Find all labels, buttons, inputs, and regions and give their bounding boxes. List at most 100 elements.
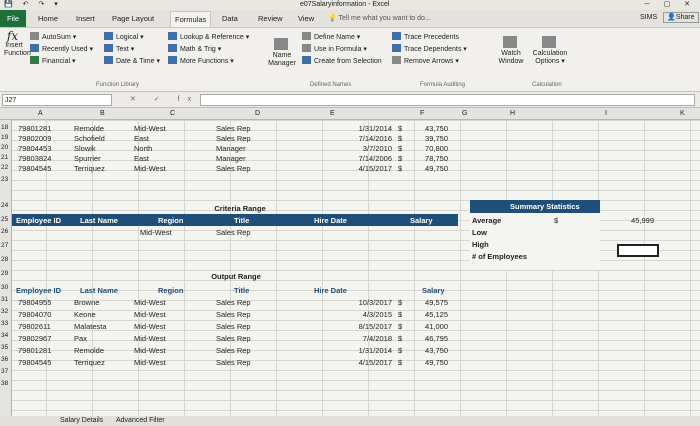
output-row-cell[interactable]: $ bbox=[398, 298, 402, 307]
output-row-cell[interactable]: 79804955 bbox=[18, 298, 51, 307]
output-row-cell[interactable]: 43,750 bbox=[410, 346, 448, 355]
financial-button[interactable]: Financial ▾ bbox=[30, 56, 75, 65]
table-row-cell[interactable]: 1/31/2014 bbox=[320, 124, 392, 133]
logical-button[interactable]: Logical ▾ bbox=[104, 32, 144, 41]
tab-view[interactable]: View bbox=[298, 14, 314, 23]
criteria-header-employee-id[interactable]: Employee ID bbox=[16, 216, 61, 225]
formula-buttons[interactable]: ✕ ✓ fx bbox=[130, 95, 199, 103]
trace-precedents-button[interactable]: Trace Precedents bbox=[392, 32, 459, 41]
criteria-header-region[interactable]: Region bbox=[158, 216, 183, 225]
output-header-hire-date[interactable]: Hire Date bbox=[314, 286, 347, 295]
row-header[interactable]: 30 bbox=[1, 284, 8, 291]
table-row-cell[interactable]: Schofield bbox=[74, 134, 105, 143]
table-row-cell[interactable]: Sales Rep bbox=[216, 124, 251, 133]
table-row-cell[interactable]: $ bbox=[398, 154, 402, 163]
row-header[interactable]: 28 bbox=[1, 256, 8, 263]
define-name-button[interactable]: Define Name ▾ bbox=[302, 32, 360, 41]
output-row-cell[interactable]: Keone bbox=[74, 310, 96, 319]
more-functions-button[interactable]: More Functions ▾ bbox=[168, 56, 234, 65]
row-header[interactable]: 25 bbox=[1, 216, 8, 223]
table-row-cell[interactable]: 49,750 bbox=[410, 164, 448, 173]
table-row-cell[interactable]: Mid-West bbox=[134, 164, 166, 173]
row-header[interactable]: 36 bbox=[1, 356, 8, 363]
share-button[interactable]: 👤Share bbox=[663, 12, 699, 23]
tab-file[interactable]: File bbox=[0, 10, 26, 27]
tab-data[interactable]: Data bbox=[222, 14, 238, 23]
row-header[interactable]: 27 bbox=[1, 242, 8, 249]
table-row-cell[interactable]: East bbox=[134, 154, 149, 163]
output-row-cell[interactable]: Sales Rep bbox=[216, 322, 251, 331]
row-header[interactable]: 31 bbox=[1, 296, 8, 303]
table-row-cell[interactable]: Manager bbox=[216, 144, 246, 153]
table-row-cell[interactable]: Mid-West bbox=[134, 124, 166, 133]
row-header[interactable]: 34 bbox=[1, 332, 8, 339]
output-row-cell[interactable]: Mid-West bbox=[134, 310, 166, 319]
output-row-cell[interactable]: 79802967 bbox=[18, 334, 51, 343]
output-row-cell[interactable]: 49,750 bbox=[410, 358, 448, 367]
calculation-options-button[interactable]: Calculation Options ▾ bbox=[532, 36, 568, 66]
table-row-cell[interactable]: $ bbox=[398, 124, 402, 133]
remove-arrows-button[interactable]: Remove Arrows ▾ bbox=[392, 56, 459, 65]
column-header-d[interactable]: D bbox=[255, 110, 260, 117]
output-row-cell[interactable]: 79802611 bbox=[18, 322, 51, 331]
column-header-g[interactable]: G bbox=[462, 110, 467, 117]
criteria-title-value[interactable]: Sales Rep bbox=[216, 228, 251, 237]
table-row-cell[interactable]: 7/14/2006 bbox=[320, 154, 392, 163]
sheet-tab-salary-details[interactable]: Salary Details bbox=[60, 417, 103, 424]
output-row-cell[interactable]: Mid-West bbox=[134, 358, 166, 367]
table-row-cell[interactable]: 78,750 bbox=[410, 154, 448, 163]
column-header-f[interactable]: F bbox=[420, 110, 424, 117]
table-row-cell[interactable]: Remolde bbox=[74, 124, 104, 133]
formula-input[interactable] bbox=[200, 94, 695, 106]
column-header-h[interactable]: H bbox=[510, 110, 515, 117]
column-header-c[interactable]: C bbox=[170, 110, 175, 117]
autosum-button[interactable]: AutoSum ▾ bbox=[30, 32, 76, 41]
output-row-cell[interactable]: $ bbox=[398, 358, 402, 367]
row-header[interactable]: 20 bbox=[1, 144, 8, 151]
column-header-k[interactable]: K bbox=[680, 110, 685, 117]
output-row-cell[interactable]: Browne bbox=[74, 298, 99, 307]
table-row-cell[interactable]: 79802009 bbox=[18, 134, 51, 143]
table-row-cell[interactable]: 79804453 bbox=[18, 144, 51, 153]
text-button[interactable]: Text ▾ bbox=[104, 44, 134, 53]
table-row-cell[interactable]: 43,750 bbox=[410, 124, 448, 133]
table-row-cell[interactable]: 4/15/2017 bbox=[320, 164, 392, 173]
row-header[interactable]: 23 bbox=[1, 176, 8, 183]
output-row-cell[interactable]: Sales Rep bbox=[216, 298, 251, 307]
table-row-cell[interactable]: 39,750 bbox=[410, 134, 448, 143]
table-row-cell[interactable]: Sales Rep bbox=[216, 134, 251, 143]
name-box[interactable]: J27 bbox=[2, 94, 112, 106]
output-row-cell[interactable]: Mid-West bbox=[134, 322, 166, 331]
average-currency[interactable]: $ bbox=[554, 216, 558, 225]
table-row-cell[interactable]: Manager bbox=[216, 154, 246, 163]
column-header-i[interactable]: I bbox=[605, 110, 607, 117]
create-from-selection-button[interactable]: Create from Selection bbox=[302, 56, 382, 65]
output-row-cell[interactable]: Mid-West bbox=[134, 346, 166, 355]
output-row-cell[interactable]: 45,125 bbox=[410, 310, 448, 319]
column-header-b[interactable]: B bbox=[100, 110, 105, 117]
tab-insert[interactable]: Insert bbox=[76, 14, 95, 23]
table-row-cell[interactable]: 3/7/2010 bbox=[320, 144, 392, 153]
output-row-cell[interactable]: Sales Rep bbox=[216, 346, 251, 355]
table-row-cell[interactable]: Sales Rep bbox=[216, 164, 251, 173]
output-row-cell[interactable]: 4/3/2015 bbox=[320, 310, 392, 319]
quick-access-toolbar[interactable]: 💾 ↶ ↷ ▾ bbox=[4, 0, 62, 8]
row-header[interactable]: 18 bbox=[1, 124, 8, 131]
window-controls[interactable]: ─ ▢ ✕ bbox=[645, 0, 696, 8]
criteria-region-value[interactable]: Mid-West bbox=[140, 228, 172, 237]
output-row-cell[interactable]: Malatesta bbox=[74, 322, 107, 331]
output-row-cell[interactable]: 41,000 bbox=[410, 322, 448, 331]
date-time-button[interactable]: Date & Time ▾ bbox=[104, 56, 160, 65]
table-row-cell[interactable]: 79801281 bbox=[18, 124, 51, 133]
row-header[interactable]: 32 bbox=[1, 308, 8, 315]
average-value[interactable]: 45,999 bbox=[600, 216, 654, 225]
output-row-cell[interactable]: 8/15/2017 bbox=[320, 322, 392, 331]
output-row-cell[interactable]: $ bbox=[398, 322, 402, 331]
output-row-cell[interactable]: 46,795 bbox=[410, 334, 448, 343]
output-row-cell[interactable]: 10/3/2017 bbox=[320, 298, 392, 307]
trace-dependents-button[interactable]: Trace Dependents ▾ bbox=[392, 44, 467, 53]
output-row-cell[interactable]: Mid-West bbox=[134, 334, 166, 343]
output-row-cell[interactable]: $ bbox=[398, 334, 402, 343]
output-row-cell[interactable]: Terriquez bbox=[74, 358, 105, 367]
low-label[interactable]: Low bbox=[472, 228, 487, 237]
